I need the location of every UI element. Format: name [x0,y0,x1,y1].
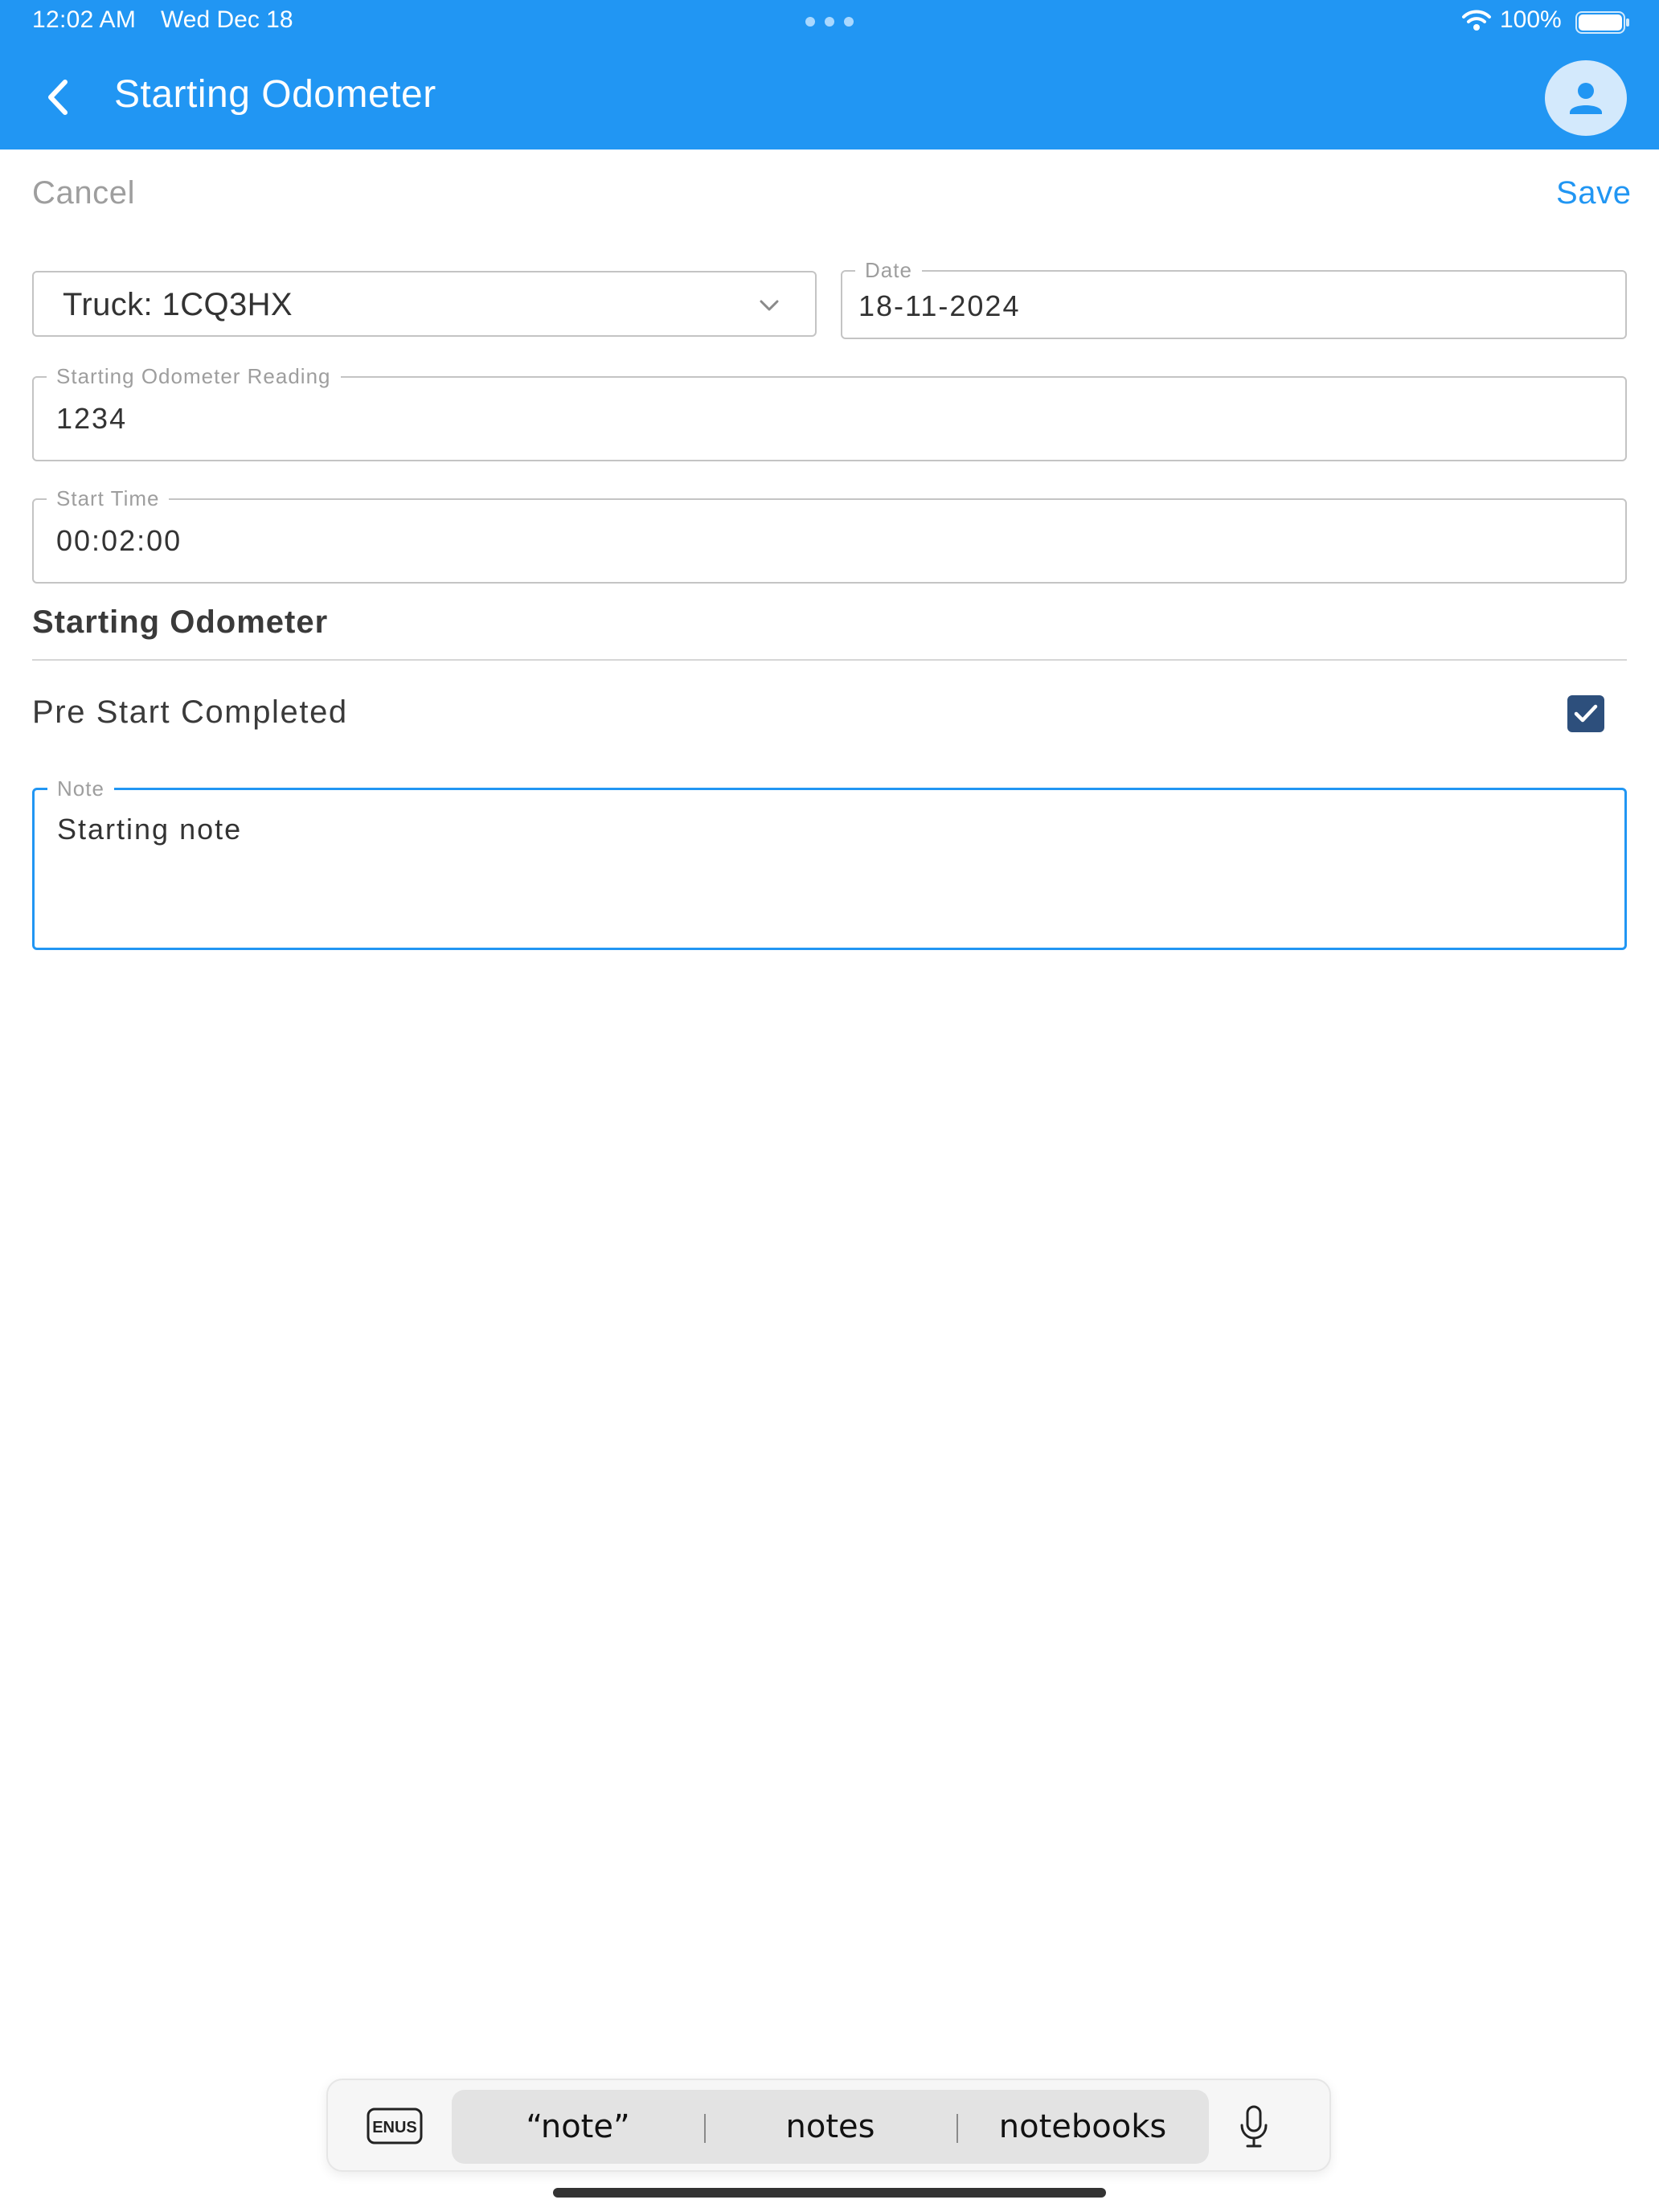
section-heading: Starting Odometer [32,604,329,640]
microphone-icon[interactable] [1236,2104,1272,2149]
note-label: Note [47,776,114,801]
pre-start-label: Pre Start Completed [32,694,348,730]
truck-select-value: Truck: 1CQ3HX [63,287,293,322]
odometer-reading-field[interactable]: Starting Odometer Reading 1234 [32,364,1627,461]
suggestion-3[interactable]: notebooks [956,2090,1209,2164]
keyboard-language-icon[interactable]: ENUS [367,2108,423,2144]
keyboard-suggestion-bar: ENUS “note” notes notebooks [326,2079,1331,2172]
person-icon [1570,83,1602,114]
svg-text:ENUS: ENUS [372,2119,417,2136]
suggestion-2[interactable]: notes [704,2090,956,2164]
battery-percent: 100% [1500,6,1562,33]
cancel-button[interactable]: Cancel [32,175,135,211]
profile-button[interactable] [1545,60,1627,136]
date-value: 18-11-2024 [858,289,1021,322]
back-button[interactable] [32,69,84,125]
note-value: Starting note [57,813,243,846]
suggestion-divider [704,2114,706,2143]
home-indicator[interactable] [553,2188,1106,2198]
odometer-reading-value: 1234 [56,402,128,435]
battery-icon [1575,11,1629,34]
keyboard-suggestions: “note” notes notebooks [452,2090,1209,2164]
section-divider [32,659,1627,661]
start-time-label: Start Time [47,486,170,510]
pre-start-checkbox[interactable] [1567,695,1604,732]
start-time-value: 00:02:00 [56,524,182,557]
page-title: Starting Odometer [114,73,436,116]
chevron-left-icon [48,80,68,115]
wifi-icon [1462,10,1491,31]
save-button[interactable]: Save [1556,175,1632,211]
suggestion-1[interactable]: “note” [452,2090,704,2164]
truck-select[interactable]: Truck: 1CQ3HX [32,271,817,337]
status-time: 12:02 AM [32,6,137,33]
app-header: 12:02 AM Wed Dec 18 100% Starting Odomet… [0,0,1659,150]
start-time-field[interactable]: Start Time 00:02:00 [32,486,1627,584]
multitasking-dots-icon[interactable] [805,17,854,27]
chevron-down-icon [760,300,779,311]
note-field[interactable]: Note Starting note [32,776,1627,950]
checkmark-icon [1574,704,1598,723]
status-date: Wed Dec 18 [161,6,293,33]
odometer-reading-label: Starting Odometer Reading [47,364,341,388]
date-field[interactable]: Date 18-11-2024 [841,258,1627,339]
suggestion-divider [956,2114,958,2143]
date-label: Date [855,258,922,282]
